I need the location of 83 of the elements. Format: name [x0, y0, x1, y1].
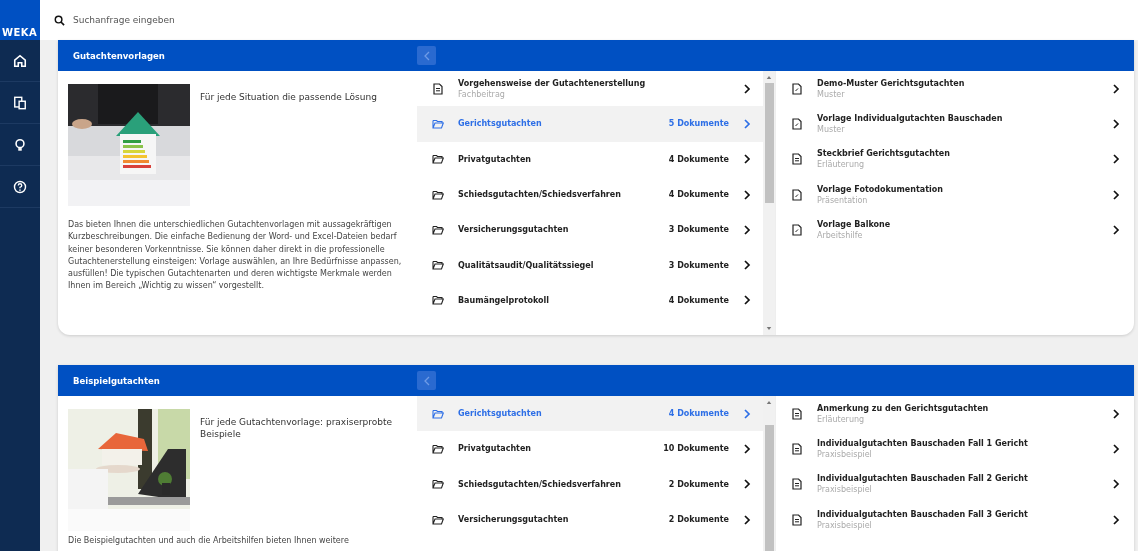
document-item[interactable]: Individualgutachten Bauschaden Fall 1 Gericht Praxisbeispiel [776, 431, 1134, 467]
document-item[interactable]: Vorlage Fotodokumentation Präsentation [776, 176, 1134, 213]
chevron-right-icon [743, 514, 751, 525]
folder-item[interactable]: Privatgutachten 10 Dokumente [417, 431, 763, 467]
chevron-right-icon [1112, 118, 1120, 129]
edit-document-icon [791, 223, 803, 236]
edit-document-icon [791, 82, 803, 95]
document-item[interactable]: Vorgehensweise der Gutachtenerstellung Fachbeitrag [417, 71, 763, 107]
chevron-right-icon [743, 479, 751, 490]
scrollbar-thumb[interactable] [764, 83, 774, 203]
edit-document-icon [791, 188, 803, 201]
folder-icon [432, 153, 444, 166]
help-icon [13, 179, 27, 194]
chevron-right-icon [743, 295, 751, 306]
folder-icon [432, 259, 444, 272]
chevron-left-icon [422, 375, 431, 386]
folder-icon [432, 223, 444, 236]
chevron-right-icon [743, 260, 751, 271]
scroll-up-icon [766, 400, 772, 405]
chevron-right-icon [743, 189, 751, 200]
chevron-right-icon [743, 154, 751, 165]
folder-item[interactable]: Versicherungsgutachten 2 Dokumente [417, 501, 763, 538]
folder-item[interactable]: Versicherungsgutachten 3 Dokumente [417, 212, 763, 248]
tagline: Für jede Gutachtenvorlage: praxiserprobte Beispiele [200, 416, 394, 441]
documents-icon [13, 95, 27, 110]
document-icon [791, 153, 803, 166]
folder-icon [432, 188, 444, 201]
chevron-right-icon [743, 408, 751, 419]
search-icon [54, 14, 65, 26]
chevron-right-icon [743, 443, 751, 454]
document-icon [791, 478, 803, 491]
folder-icon [432, 294, 444, 307]
lightbulb-icon [13, 137, 27, 152]
scrollbar[interactable] [763, 396, 775, 551]
document-item[interactable]: Demo-Muster Gerichtsgutachten Muster [776, 71, 1134, 107]
chevron-right-icon [743, 224, 751, 235]
chevron-right-icon [1112, 443, 1120, 454]
folder-item[interactable]: Gerichtsgutachten 4 Dokumente [417, 396, 763, 432]
scroll-up-icon [766, 75, 772, 80]
folder-item[interactable]: Schiedsgutachten/Schiedsverfahren 2 Dokumente [417, 466, 763, 502]
folder-icon [432, 513, 444, 526]
folder-item[interactable]: Gerichtsgutachten 5 Dokumente [417, 106, 763, 142]
folder-item[interactable]: Schiedsgutachten/Schiedsverfahren 4 Dokumente [417, 176, 763, 213]
chevron-left-icon [422, 50, 431, 61]
back-button[interactable] [417, 371, 436, 390]
document-icon [791, 442, 803, 455]
document-icon [432, 82, 444, 95]
section-title: Gutachtenvorlagen [72, 50, 166, 61]
section-title: Beispielgutachten [72, 375, 161, 386]
edit-document-icon [791, 117, 803, 130]
folder-icon [432, 442, 444, 455]
chevron-right-icon [743, 118, 751, 129]
scroll-down-icon [766, 326, 772, 331]
description: Die Beispielgutachten und auch die Arbeitshilfen bieten Ihnen weitere [68, 535, 350, 547]
chevron-right-icon [1112, 514, 1120, 525]
document-icon [791, 407, 803, 420]
document-icon [791, 513, 803, 526]
folder-icon [432, 117, 444, 130]
folder-item[interactable]: Qualitätsaudit/Qualitätssiegel 3 Dokumente [417, 247, 763, 283]
chevron-right-icon [1112, 224, 1120, 235]
document-item[interactable]: Individualgutachten Bauschaden Fall 2 Gericht Praxisbeispiel [776, 466, 1134, 502]
chevron-right-icon [743, 83, 751, 94]
scrollbar-thumb[interactable] [764, 425, 774, 551]
back-button[interactable] [417, 46, 436, 65]
document-item[interactable]: Steckbrief Gerichtsgutachten Erläuterung [776, 141, 1134, 177]
chevron-right-icon [1112, 154, 1120, 165]
scrollbar[interactable] [763, 71, 775, 335]
folder-item[interactable]: Baumängelprotokoll 4 Dokumente [417, 282, 763, 319]
chevron-right-icon [1112, 189, 1120, 200]
folder-icon [432, 407, 444, 420]
document-item[interactable]: Vorlage Balkone Arbeitshilfe [776, 212, 1134, 248]
home-icon [13, 53, 27, 68]
description: Das bieten Ihnen die unterschiedlichen Gutachtenvorlagen mit aussagekräftigen Kurzbeschreibungen. Die einfache Bedienung der Word- und Excel-Dateien bedarf keiner besonderen Vorkenntnisse. Sie können daher direkt in die professionelle Gutachtenerstellung einsteigen: Vorlage auswählen, an Ihre Bedürfnisse anpassen, ausfüllen! Die typischen Gutachtenarten und deren wichtigste Merkmale werden Ihnen im Bereich „Wichtig zu wissen“ vorgestellt. [68, 219, 403, 293]
document-item[interactable]: Individualgutachten Bauschaden Fall 3 Gericht Praxisbeispiel [776, 501, 1134, 538]
folder-item[interactable]: Privatgutachten 4 Dokumente [417, 141, 763, 177]
document-item[interactable]: Vorlage Individualgutachten Bauschaden Muster [776, 106, 1134, 142]
logo[interactable]: WEKA [0, 0, 40, 40]
chevron-right-icon [1112, 479, 1120, 490]
tagline: Für jede Situation die passende Lösung [200, 91, 377, 104]
chevron-right-icon [1112, 83, 1120, 94]
folder-icon [432, 478, 444, 491]
chevron-right-icon [1112, 408, 1120, 419]
document-item[interactable]: Anmerkung zu den Gerichtsgutachten Erläuterung [776, 396, 1134, 432]
